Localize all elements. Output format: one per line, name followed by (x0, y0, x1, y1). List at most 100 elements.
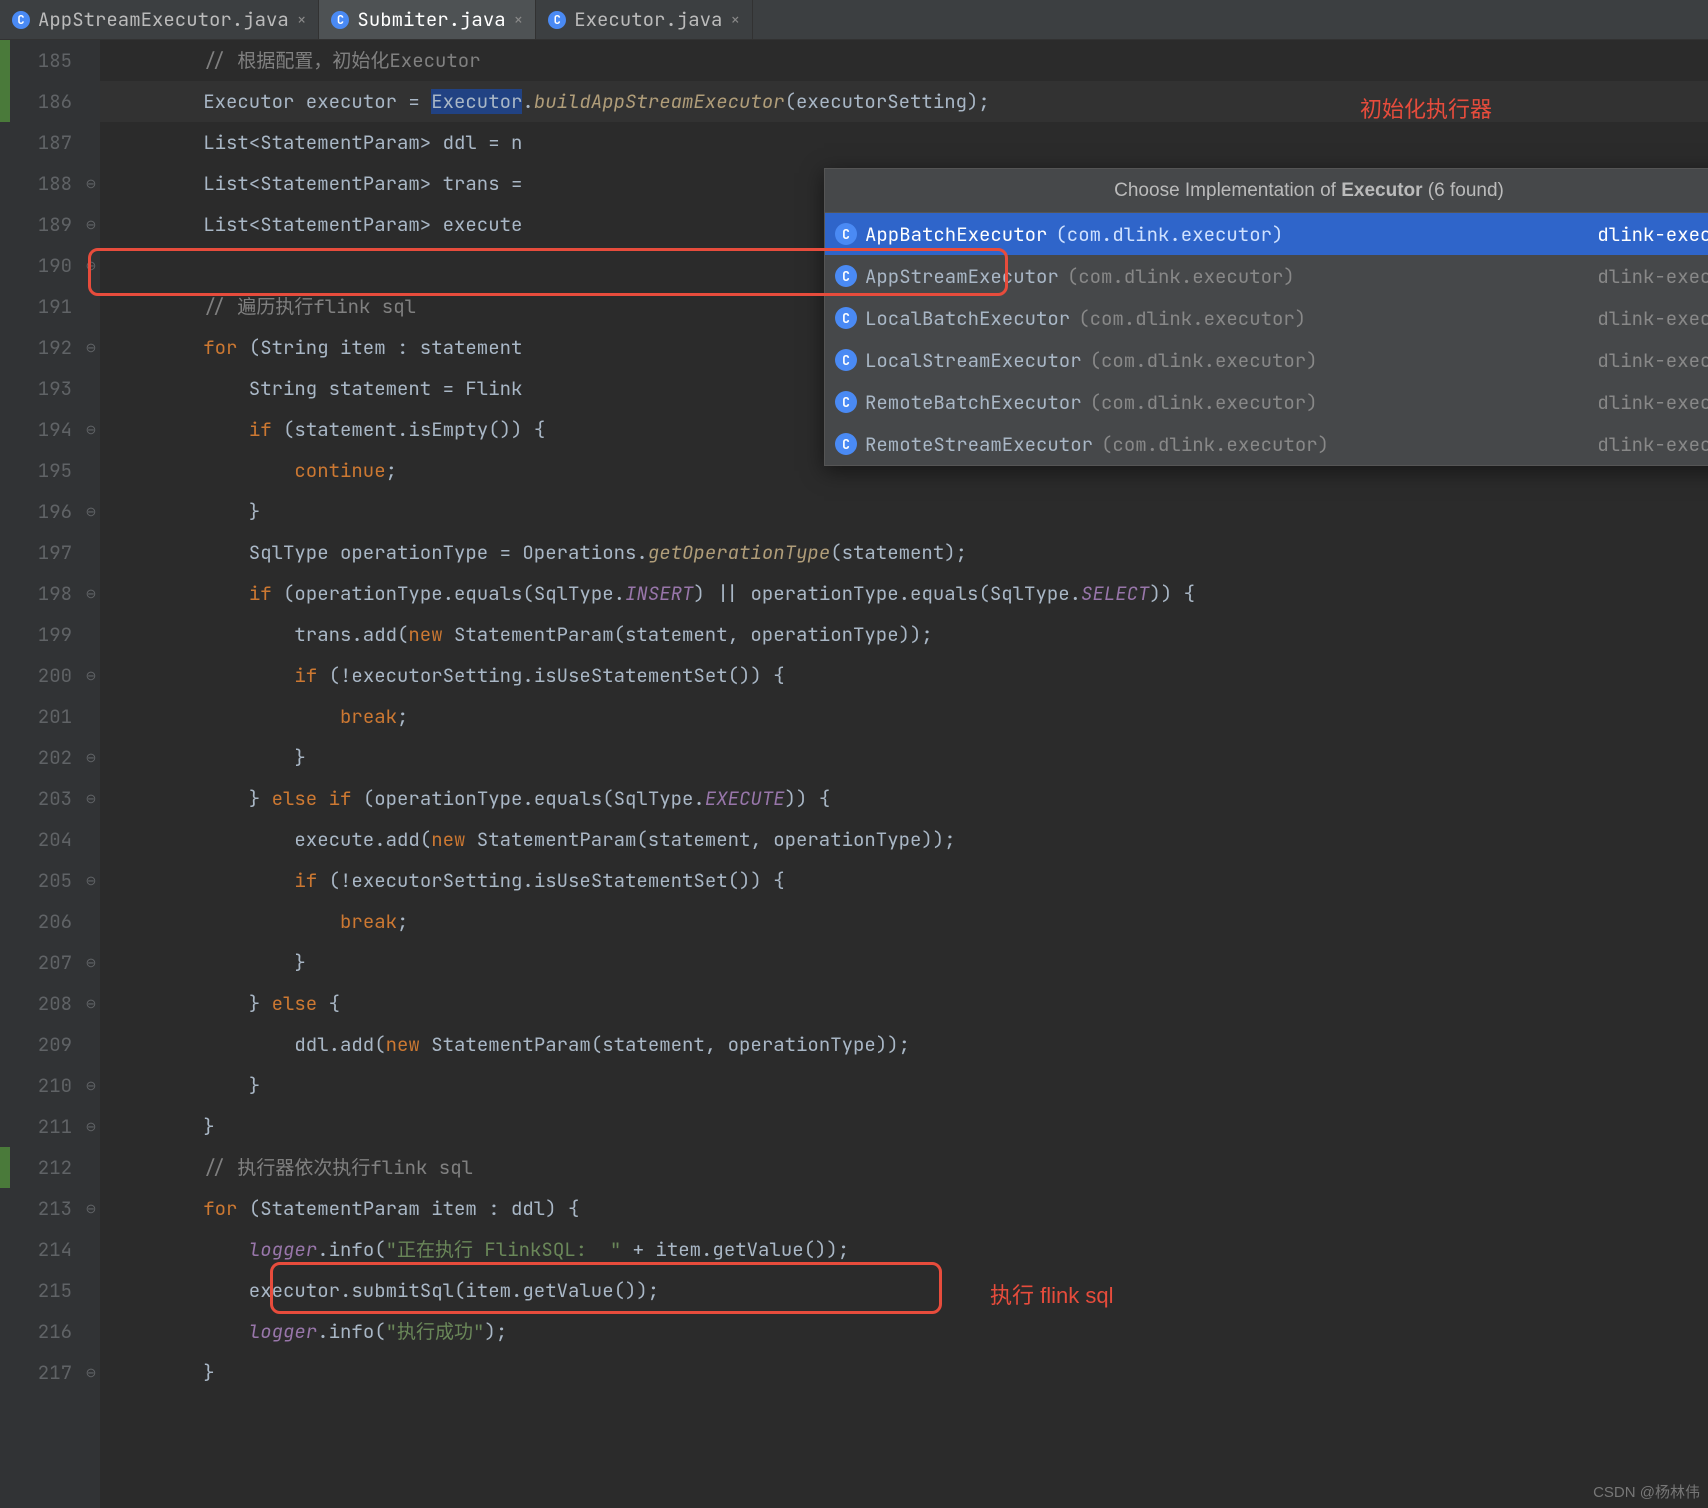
code-line[interactable]: if (!executorSetting.isUseStatementSet()… (100, 860, 1708, 901)
fold-marker[interactable]: ⊖ (82, 204, 100, 245)
fold-marker[interactable]: ⊖ (82, 860, 100, 901)
line-number: 213 (10, 1188, 72, 1229)
change-marker (0, 614, 10, 655)
fold-marker[interactable] (82, 286, 100, 327)
change-marker (0, 532, 10, 573)
impl-name: RemoteStreamExecutor (865, 432, 1093, 457)
code-line[interactable]: } (100, 942, 1708, 983)
code-line[interactable]: } (100, 1106, 1708, 1147)
impl-package: (com.dlink.executor) (1090, 348, 1318, 373)
impl-row-localstreamexecutor[interactable]: CLocalStreamExecutor (com.dlink.executor… (825, 339, 1708, 381)
impl-package: (com.dlink.executor) (1067, 264, 1295, 289)
fold-marker[interactable]: ⊖ (82, 1106, 100, 1147)
line-number: 201 (10, 696, 72, 737)
tab-appstreamexecutor-java[interactable]: CAppStreamExecutor.java× (0, 0, 319, 39)
code-line[interactable]: SqlType operationType = Operations.getOp… (100, 532, 1708, 573)
line-number: 204 (10, 819, 72, 860)
fold-marker[interactable]: ⊖ (82, 1352, 100, 1393)
line-number: 207 (10, 942, 72, 983)
impl-row-remotestreamexecutor[interactable]: CRemoteStreamExecutor (com.dlink.executo… (825, 423, 1708, 465)
close-icon[interactable]: × (730, 9, 740, 30)
fold-marker[interactable] (82, 1270, 100, 1311)
fold-marker[interactable] (82, 40, 100, 81)
change-marker (0, 163, 10, 204)
fold-marker[interactable] (82, 901, 100, 942)
fold-marker[interactable]: ⊖ (82, 573, 100, 614)
code-area[interactable]: // 根据配置，初始化Executor Executor executor = … (100, 40, 1708, 1508)
class-icon: C (835, 349, 857, 371)
impl-module: dlink-executor (1597, 306, 1708, 331)
change-marker (0, 942, 10, 983)
tab-submiter-java[interactable]: CSubmiter.java× (319, 0, 536, 39)
code-line[interactable]: } else if (operationType.equals(SqlType.… (100, 778, 1708, 819)
fold-marker[interactable] (82, 1229, 100, 1270)
fold-marker[interactable] (82, 1024, 100, 1065)
code-line[interactable]: } (100, 1065, 1708, 1106)
code-line[interactable]: for (StatementParam item : ddl) { (100, 1188, 1708, 1229)
fold-marker[interactable]: ⊖ (82, 778, 100, 819)
change-marker (0, 573, 10, 614)
fold-marker[interactable] (82, 819, 100, 860)
impl-module: dlink-executor (1597, 264, 1708, 289)
fold-marker[interactable]: ⊖ (82, 737, 100, 778)
code-line[interactable]: logger.info("正在执行 FlinkSQL: " + item.get… (100, 1229, 1708, 1270)
fold-marker[interactable]: ⊖ (82, 942, 100, 983)
fold-marker[interactable]: ⊖ (82, 409, 100, 450)
code-line[interactable]: } (100, 737, 1708, 778)
line-number: 210 (10, 1065, 72, 1106)
code-line[interactable]: trans.add(new StatementParam(statement, … (100, 614, 1708, 655)
fold-marker[interactable]: ⊖ (82, 983, 100, 1024)
change-marker (0, 1147, 10, 1188)
fold-marker[interactable] (82, 368, 100, 409)
fold-marker[interactable] (82, 122, 100, 163)
close-icon[interactable]: × (514, 9, 524, 30)
fold-marker[interactable]: ⊖ (82, 655, 100, 696)
fold-marker[interactable] (82, 1311, 100, 1352)
code-line[interactable]: } (100, 1352, 1708, 1393)
code-line[interactable]: if (!executorSetting.isUseStatementSet()… (100, 655, 1708, 696)
change-marker (0, 901, 10, 942)
fold-marker[interactable] (82, 1147, 100, 1188)
tab-label: Executor.java (574, 7, 722, 32)
change-marker (0, 491, 10, 532)
code-line[interactable]: // 执行器依次执行flink sql (100, 1147, 1708, 1188)
code-line[interactable]: executor.submitSql(item.getValue()); (100, 1270, 1708, 1311)
code-line[interactable]: break; (100, 901, 1708, 942)
change-marker (0, 409, 10, 450)
code-line[interactable]: // 根据配置，初始化Executor (100, 40, 1708, 81)
class-icon: C (835, 391, 857, 413)
fold-marker[interactable]: ⊖ (82, 327, 100, 368)
fold-marker[interactable]: ⊖ (82, 163, 100, 204)
code-line[interactable]: logger.info("执行成功"); (100, 1311, 1708, 1352)
code-line[interactable]: } (100, 491, 1708, 532)
fold-marker[interactable] (82, 696, 100, 737)
change-marker (0, 819, 10, 860)
fold-marker[interactable]: ⊖ (82, 1065, 100, 1106)
change-marker (0, 1065, 10, 1106)
line-number-gutter: 1851861871881891901911921931941951961971… (10, 40, 82, 1508)
tab-executor-java[interactable]: CExecutor.java× (536, 0, 753, 39)
code-line[interactable]: ddl.add(new StatementParam(statement, op… (100, 1024, 1708, 1065)
impl-row-localbatchexecutor[interactable]: CLocalBatchExecutor (com.dlink.executor)… (825, 297, 1708, 339)
fold-marker[interactable] (82, 450, 100, 491)
code-line[interactable]: execute.add(new StatementParam(statement… (100, 819, 1708, 860)
code-line[interactable]: List<StatementParam> ddl = n (100, 122, 1708, 163)
line-number: 215 (10, 1270, 72, 1311)
code-line[interactable]: } else { (100, 983, 1708, 1024)
code-line[interactable]: if (operationType.equals(SqlType.INSERT)… (100, 573, 1708, 614)
fold-marker[interactable] (82, 614, 100, 655)
editor-tabs: CAppStreamExecutor.java×CSubmiter.java×C… (0, 0, 1708, 40)
line-number: 187 (10, 122, 72, 163)
line-number: 202 (10, 737, 72, 778)
fold-marker[interactable]: ⊖ (82, 245, 100, 286)
fold-marker[interactable]: ⊖ (82, 491, 100, 532)
line-number: 211 (10, 1106, 72, 1147)
impl-row-remotebatchexecutor[interactable]: CRemoteBatchExecutor (com.dlink.executor… (825, 381, 1708, 423)
impl-row-appbatchexecutor[interactable]: CAppBatchExecutor (com.dlink.executor)dl… (825, 213, 1708, 255)
fold-marker[interactable] (82, 532, 100, 573)
close-icon[interactable]: × (297, 9, 307, 30)
fold-marker[interactable]: ⊖ (82, 1188, 100, 1229)
impl-row-appstreamexecutor[interactable]: CAppStreamExecutor (com.dlink.executor)d… (825, 255, 1708, 297)
code-line[interactable]: break; (100, 696, 1708, 737)
fold-marker[interactable] (82, 81, 100, 122)
